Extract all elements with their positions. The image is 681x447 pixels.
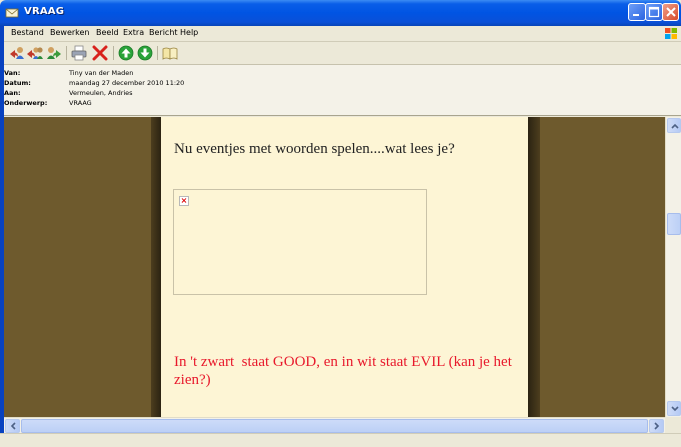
chevron-left-icon [10, 422, 16, 430]
chevron-right-icon [654, 422, 660, 430]
addresses-icon[interactable] [162, 45, 178, 61]
maximize-button[interactable] [645, 3, 663, 21]
status-bar [0, 433, 681, 447]
forward-icon[interactable] [46, 45, 62, 61]
message-page: Nu eventjes met woorden spelen....wat le… [161, 117, 528, 417]
scroll-down-button[interactable] [667, 401, 681, 416]
next-icon[interactable] [137, 45, 153, 61]
toolbar [0, 42, 681, 65]
page-shadow-right [528, 117, 540, 417]
maximize-icon [648, 6, 660, 18]
print-icon[interactable] [71, 45, 87, 61]
message-red-text: In 't zwart staat GOOD, en in wit staat … [174, 354, 516, 388]
chevron-up-icon [671, 123, 679, 129]
minimize-button[interactable] [628, 3, 646, 21]
message-text-line: Nu eventjes met woorden spelen....wat le… [174, 141, 455, 157]
vertical-scroll-thumb[interactable] [667, 213, 681, 235]
vertical-scrollbar[interactable] [665, 117, 681, 417]
menu-help[interactable]: Help [180, 28, 198, 37]
reply-all-icon[interactable] [27, 45, 43, 61]
message-header: Van: Tiny van der Maden Datum: maandag 2… [0, 65, 681, 116]
horizontal-scrollbar[interactable] [4, 417, 665, 434]
close-button[interactable] [662, 3, 679, 21]
window-title: VRAAG [24, 6, 65, 17]
date-value: maandag 27 december 2010 11:20 [69, 79, 185, 87]
subject-value: VRAAG [69, 99, 92, 107]
previous-icon[interactable] [118, 45, 134, 61]
page-shadow-left [151, 117, 161, 417]
menu-bericht[interactable]: Bericht [149, 28, 178, 37]
windows-flag-icon [665, 28, 677, 39]
message-body: Nu eventjes met woorden spelen....wat le… [4, 117, 665, 417]
scroll-up-button[interactable] [667, 118, 681, 133]
from-value: Tiny van der Maden [69, 69, 134, 77]
delete-icon[interactable] [92, 45, 108, 61]
minimize-icon [633, 14, 639, 16]
envelope-icon [5, 8, 19, 18]
scrollbar-corner [665, 417, 681, 433]
menu-bewerken[interactable]: Bewerken [50, 28, 90, 37]
reply-icon[interactable] [9, 45, 25, 61]
embedded-image-placeholder: × [173, 189, 427, 295]
menu-beeld[interactable]: Beeld [96, 28, 119, 37]
scroll-right-button[interactable] [649, 419, 664, 433]
horizontal-scroll-thumb[interactable] [21, 419, 648, 433]
date-label: Datum: [4, 79, 31, 87]
menu-extra[interactable]: Extra [123, 28, 144, 37]
menu-bar: Bestand Bewerken Beeld Extra Bericht Hel… [0, 26, 681, 42]
from-label: Van: [4, 69, 21, 77]
toolbar-separator [66, 46, 67, 60]
to-label: Aan: [4, 89, 21, 97]
menu-bestand[interactable]: Bestand [11, 28, 44, 37]
broken-image-icon: × [179, 196, 189, 206]
toolbar-separator [157, 46, 158, 60]
to-value: Vermeulen, Andries [69, 89, 133, 97]
scroll-left-button[interactable] [5, 419, 20, 433]
subject-label: Onderwerp: [4, 99, 48, 107]
toolbar-separator [113, 46, 114, 60]
chevron-down-icon [671, 406, 679, 412]
close-icon [666, 7, 676, 17]
title-bar: VRAAG [0, 0, 681, 26]
